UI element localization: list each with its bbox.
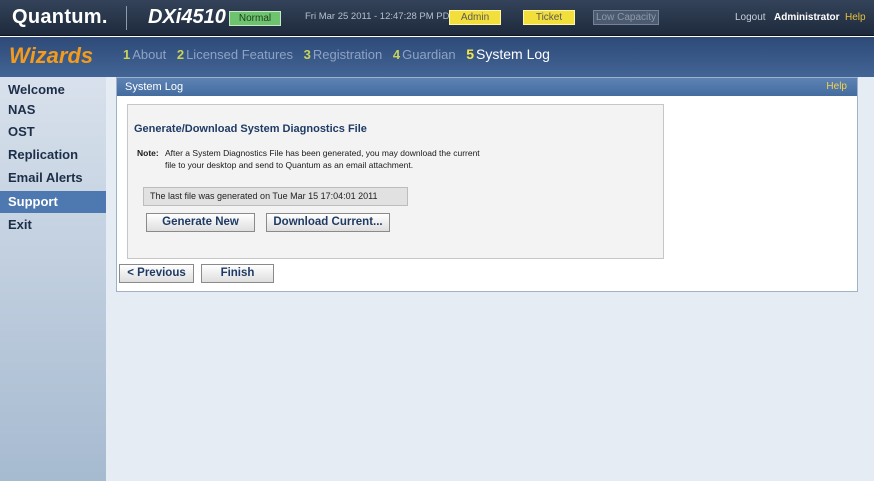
previous-button[interactable]: < Previous — [119, 264, 194, 283]
wizard-steps: 1 About 2 Licensed Features 3 Registration … — [123, 46, 557, 62]
note-label: Note: — [137, 148, 159, 158]
download-current-button[interactable]: Download Current... — [266, 213, 390, 232]
sidebar-nav: Welcome NAS OST Replication Email Alerts… — [0, 77, 106, 481]
status-badge-normal: Normal — [229, 11, 281, 26]
logout-link[interactable]: Logout — [735, 12, 766, 23]
generate-new-button[interactable]: Generate New — [146, 213, 255, 232]
wizard-step-guardian[interactable]: 4 Guardian — [393, 47, 456, 62]
wizard-step-registration[interactable]: 3 Registration — [304, 47, 383, 62]
header-help-link[interactable]: Help — [845, 12, 866, 23]
quantum-logo: Quantum. — [12, 6, 108, 28]
low-capacity-badge: Low Capacity — [593, 10, 659, 25]
wizard-step-system-log[interactable]: 5 System Log — [466, 46, 550, 62]
sidebar-item-ost[interactable]: OST — [0, 121, 106, 143]
sidebar-item-support[interactable]: Support — [0, 191, 106, 213]
panel-title: System Log — [125, 81, 184, 93]
sidebar-item-exit[interactable]: Exit — [0, 214, 106, 236]
admin-badge[interactable]: Admin — [449, 10, 501, 25]
diagnostics-title: Generate/Download System Diagnostics Fil… — [134, 123, 367, 135]
sidebar-item-email-alerts[interactable]: Email Alerts — [0, 167, 106, 189]
panel-header: System Log Help — [117, 78, 857, 96]
wizards-title: Wizards — [9, 43, 94, 68]
finish-button[interactable]: Finish — [201, 264, 274, 283]
wizard-step-about[interactable]: 1 About — [123, 47, 166, 62]
ticket-badge[interactable]: Ticket — [523, 10, 575, 25]
sidebar-item-replication[interactable]: Replication — [0, 144, 106, 166]
product-name: DXi4510 — [148, 6, 226, 28]
top-header-bar: Quantum. DXi4510 Normal Fri Mar 25 2011 … — [0, 0, 874, 36]
current-user: Administrator — [774, 12, 840, 23]
wizard-bar: Wizards 1 About 2 Licensed Features 3 Regis… — [0, 37, 874, 77]
panel-help-link[interactable]: Help — [826, 81, 847, 92]
system-datetime: Fri Mar 25 2011 - 12:47:28 PM PDT — [305, 11, 456, 22]
sidebar-item-nas[interactable]: NAS — [0, 99, 106, 121]
note-text-line-2: file to your desktop and send to Quantum… — [165, 160, 414, 170]
wizard-step-licensed-features[interactable]: 2 Licensed Features — [177, 47, 293, 62]
sidebar-item-welcome[interactable]: Welcome — [0, 79, 106, 101]
last-file-status: The last file was generated on Tue Mar 1… — [143, 187, 408, 206]
note-text-line-1: After a System Diagnostics File has been… — [165, 148, 480, 158]
header-divider — [126, 6, 127, 30]
